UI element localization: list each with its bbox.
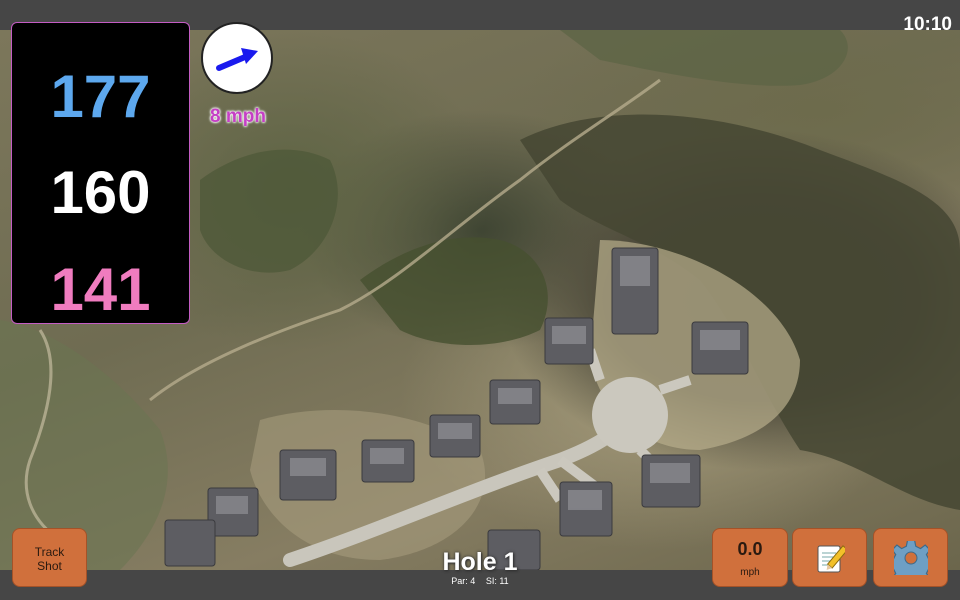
track-shot-label-line1: Track (34, 545, 65, 559)
wind-indicator (201, 22, 273, 94)
speed-button[interactable]: 0.0 mph (712, 528, 788, 587)
notepad-icon (817, 544, 845, 572)
settings-button[interactable] (873, 528, 948, 587)
wind-speed-label: 8 mph (210, 106, 266, 127)
track-shot-label-line2: Shot (37, 559, 62, 573)
notes-button[interactable] (792, 528, 867, 587)
yardage-panel: 177 160 141 (11, 22, 190, 324)
hole-details: Par: 4 SI: 11 (400, 576, 560, 586)
gear-icon (893, 540, 928, 575)
front-distance: 141 (50, 256, 151, 323)
wind-arrow-icon (216, 48, 258, 71)
middle-distance: 160 (50, 159, 151, 226)
hole-title: Hole 1 (442, 548, 518, 576)
speed-unit: mph (740, 567, 760, 578)
hole-stroke-index: SI: 11 (485, 576, 509, 586)
back-distance: 177 (50, 63, 151, 130)
speed-value: 0.0 (737, 539, 763, 559)
clock: 10:10 (903, 14, 952, 35)
hole-par: Par: 4 (451, 576, 476, 586)
track-shot-button[interactable]: Track Shot (12, 528, 87, 587)
